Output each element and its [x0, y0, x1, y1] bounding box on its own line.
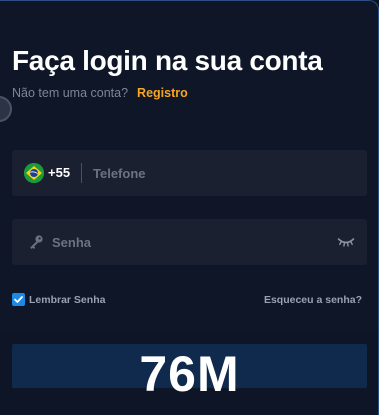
remember-checkbox[interactable] [12, 293, 25, 306]
eye-closed-icon[interactable] [337, 235, 355, 249]
login-card: Faça login na sua conta Não tem uma cont… [0, 0, 379, 415]
brazil-flag-icon[interactable] [24, 163, 44, 183]
remember-password-toggle[interactable]: Lembrar Senha [12, 293, 105, 306]
register-link[interactable]: Registro [137, 86, 188, 100]
password-field[interactable] [12, 219, 367, 265]
phone-input[interactable] [93, 150, 353, 196]
signup-prompt-text: Não tem uma conta? [12, 86, 129, 100]
signup-prompt: Não tem uma conta? Registro [12, 86, 188, 100]
page-title: Faça login na sua conta [12, 45, 323, 76]
key-icon [28, 234, 44, 250]
country-code[interactable]: +55 [48, 165, 70, 180]
field-divider [81, 163, 82, 183]
forgot-password-link[interactable]: Esqueceu a senha? [264, 294, 362, 306]
check-icon [14, 296, 23, 303]
phone-field[interactable]: +55 [12, 150, 367, 196]
password-input[interactable] [52, 219, 332, 265]
remember-label: Lembrar Senha [29, 293, 106, 306]
login-button[interactable] [12, 344, 367, 388]
side-handle[interactable] [0, 96, 12, 122]
